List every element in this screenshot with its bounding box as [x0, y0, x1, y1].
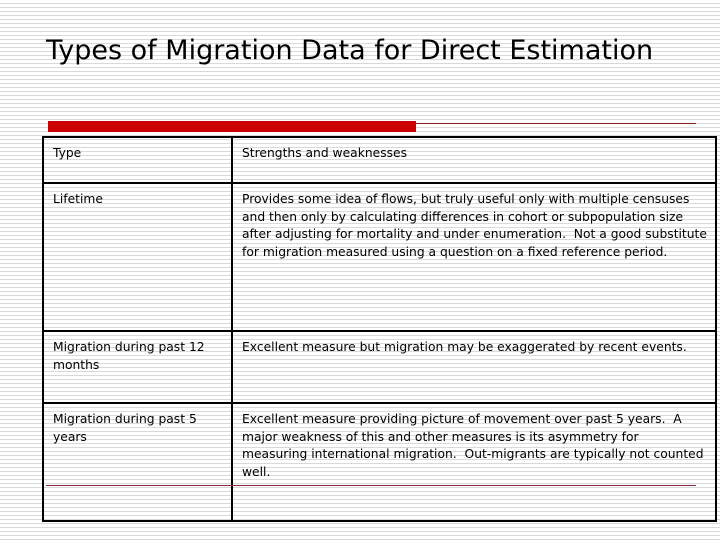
table-header-row: Type Strengths and weaknesses [42, 136, 717, 184]
table-cell-type: Lifetime [42, 182, 233, 332]
table-row: Lifetime Provides some idea of flows, bu… [42, 182, 717, 332]
table-row: Migration during past 5 years Excellent … [42, 402, 717, 522]
table-header-cell-type: Type [42, 136, 233, 184]
table-header-cell-strengths: Strengths and weaknesses [231, 136, 717, 184]
migration-data-table: Type Strengths and weaknesses Lifetime P… [42, 136, 717, 522]
row-type-label: Migration during past 5 years [53, 412, 201, 444]
title-accent-bar [48, 121, 416, 132]
row-type-label: Migration during past 12 months [53, 340, 209, 372]
table-cell-strengths: Provides some idea of flows, but truly u… [231, 182, 717, 332]
table-cell-type: Migration during past 5 years [42, 402, 233, 522]
row-strengths-text: Excellent measure providing picture of m… [242, 412, 708, 479]
page-title: Types of Migration Data for Direct Estim… [46, 35, 654, 66]
table-cell-strengths: Excellent measure providing picture of m… [231, 402, 717, 522]
row-type-label: Lifetime [53, 192, 103, 206]
table-row: Migration during past 12 months Excellen… [42, 330, 717, 404]
column-header-strengths: Strengths and weaknesses [242, 146, 407, 160]
column-header-type: Type [53, 146, 82, 160]
row-strengths-text: Excellent measure but migration may be e… [242, 340, 687, 354]
slide-canvas: Types of Migration Data for Direct Estim… [0, 0, 720, 540]
row-strengths-text: Provides some idea of flows, but truly u… [242, 192, 711, 259]
table-cell-strengths: Excellent measure but migration may be e… [231, 330, 717, 404]
table-cell-type: Migration during past 12 months [42, 330, 233, 404]
stray-horizontal-rule [46, 485, 696, 486]
